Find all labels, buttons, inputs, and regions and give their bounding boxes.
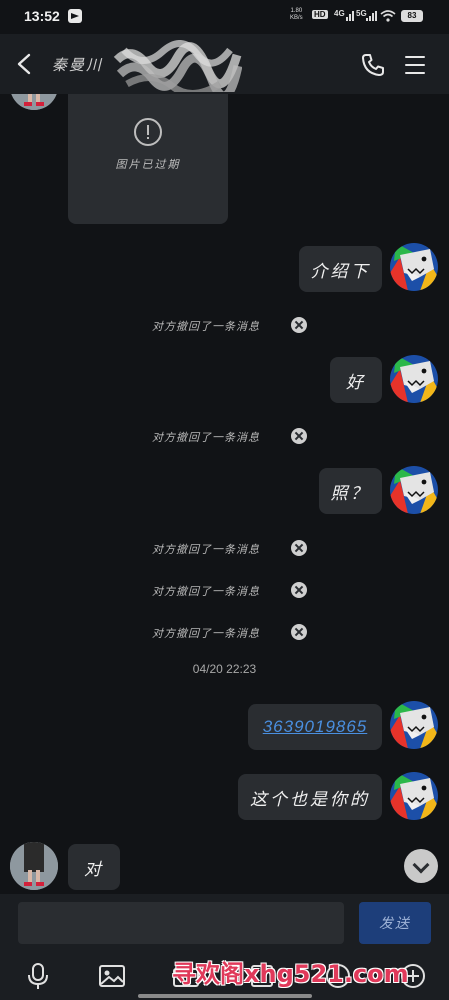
recall-notice: 对方撤回了一条消息 xyxy=(0,581,449,601)
recall-notice-text: 对方撤回了一条消息 xyxy=(152,543,260,556)
recall-notice-text: 对方撤回了一条消息 xyxy=(152,320,260,333)
message-bubble-outgoing[interactable]: 3639019865 xyxy=(248,704,382,750)
message-bubble-outgoing[interactable]: 介绍下 xyxy=(299,246,382,292)
message-input[interactable] xyxy=(18,902,344,944)
shark-avatar-image xyxy=(390,701,438,749)
close-icon[interactable] xyxy=(291,540,307,556)
net-speed-unit: KB/s xyxy=(290,15,303,21)
phone-number-link[interactable]: 3639019865 xyxy=(263,717,368,737)
status-bar: 13:52 1.80 KB/s HD 4G 5G 83 xyxy=(0,0,449,34)
shark-avatar-image xyxy=(390,466,438,514)
message-list[interactable]: 图片已过期 介绍下 对方撤回了一条消息 好 对方撤回了一条消息 照？ 对方撤回了… xyxy=(0,94,449,894)
message-bubble-outgoing[interactable]: 这个也是你的 xyxy=(238,774,382,820)
chat-toolbar: 寻欢阁xhg521.com xyxy=(0,952,449,1000)
telegram-icon xyxy=(68,9,82,23)
contact-name[interactable]: 秦曼川 xyxy=(52,54,103,75)
status-time: 13:52 xyxy=(24,8,60,24)
chat-header: 秦曼川 xyxy=(0,34,449,94)
shark-avatar-image xyxy=(390,772,438,820)
recall-notice-text: 对方撤回了一条消息 xyxy=(152,585,260,598)
redaction-scribble xyxy=(113,40,242,92)
watermark-text: 寻欢阁xhg521.com xyxy=(172,960,409,988)
recall-notice-text: 对方撤回了一条消息 xyxy=(152,627,260,640)
compose-bar: 发送 xyxy=(0,894,449,952)
wifi-icon xyxy=(380,10,396,22)
my-avatar[interactable] xyxy=(390,355,438,403)
contact-avatar-image xyxy=(10,94,58,110)
message-bubble-outgoing[interactable]: 好 xyxy=(330,357,382,403)
close-icon[interactable] xyxy=(291,582,307,598)
my-avatar[interactable] xyxy=(390,772,438,820)
recall-notice: 对方撤回了一条消息 xyxy=(0,316,449,336)
recall-notice: 对方撤回了一条消息 xyxy=(0,427,449,447)
contact-avatar[interactable] xyxy=(10,94,58,110)
net-speed-value: 1.80 xyxy=(290,8,303,14)
my-avatar[interactable] xyxy=(390,701,438,749)
message-bubble-outgoing[interactable]: 照？ xyxy=(319,468,382,514)
microphone-icon[interactable] xyxy=(24,962,52,990)
message-timestamp: 04/20 22:23 xyxy=(192,662,257,676)
home-indicator[interactable] xyxy=(138,994,312,998)
contact-avatar-image xyxy=(10,842,58,890)
recall-notice: 对方撤回了一条消息 xyxy=(0,623,449,643)
expired-image-card[interactable]: 图片已过期 xyxy=(68,94,228,224)
back-icon[interactable] xyxy=(14,52,36,76)
recall-notice: 对方撤回了一条消息 xyxy=(0,539,449,559)
net-speed: 1.80 KB/s xyxy=(290,8,303,22)
contact-avatar[interactable] xyxy=(10,842,58,890)
send-button[interactable]: 发送 xyxy=(359,902,431,944)
message-bubble-incoming[interactable]: 对 xyxy=(68,844,120,890)
image-icon[interactable] xyxy=(98,962,126,990)
scroll-down-button[interactable] xyxy=(404,849,438,883)
menu-icon[interactable] xyxy=(405,56,425,74)
my-avatar[interactable] xyxy=(390,243,438,291)
signal-icon-1 xyxy=(340,11,354,21)
exclamation-circle-icon xyxy=(134,118,162,146)
battery-indicator: 83 xyxy=(401,10,423,22)
hd-badge: HD xyxy=(312,10,328,19)
expired-image-label: 图片已过期 xyxy=(115,158,181,171)
signal-icon-2 xyxy=(362,11,377,21)
shark-avatar-image xyxy=(390,355,438,403)
close-icon[interactable] xyxy=(291,428,307,444)
close-icon[interactable] xyxy=(291,317,307,333)
phone-call-icon[interactable] xyxy=(360,52,386,78)
my-avatar[interactable] xyxy=(390,466,438,514)
shark-avatar-image xyxy=(390,243,438,291)
close-icon[interactable] xyxy=(291,624,307,640)
recall-notice-text: 对方撤回了一条消息 xyxy=(152,431,260,444)
